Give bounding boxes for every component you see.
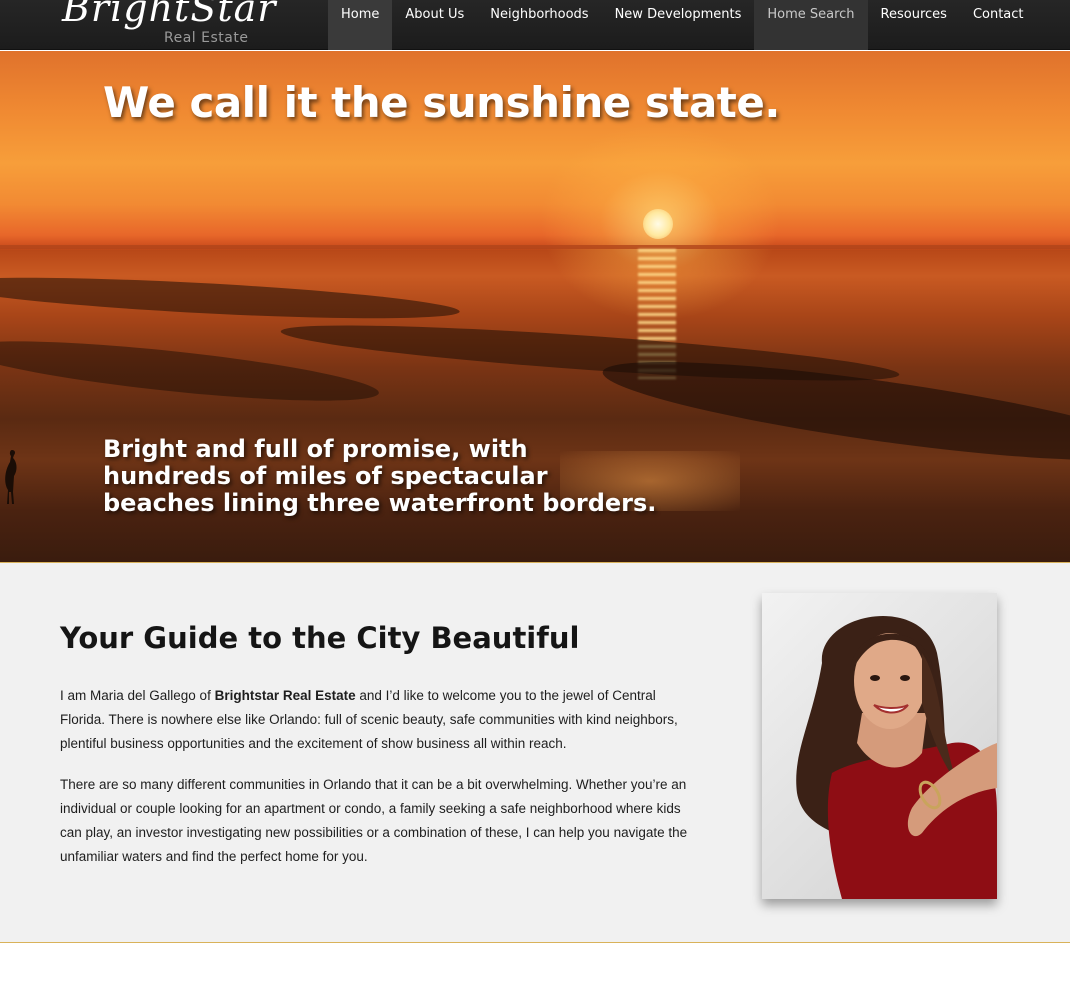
wave	[0, 269, 461, 327]
intro-text: I am Maria del Gallego of	[60, 688, 215, 703]
main-nav: Home About Us Neighborhoods New Developm…	[328, 0, 1037, 50]
nav-item-home-search[interactable]: Home Search	[754, 0, 868, 50]
intro-paragraph-2: There are so many different communities …	[60, 777, 688, 864]
nav-item-contact[interactable]: Contact	[960, 0, 1037, 50]
intro-section: Your Guide to the City Beautiful I am Ma…	[0, 563, 1070, 942]
hero-subtitle-line: hundreds of miles of spectacular	[103, 462, 548, 490]
hero-banner: We call it the sunshine state. Bright an…	[0, 51, 1070, 562]
brand-logo[interactable]: BrightStar Real Estate	[62, 0, 275, 50]
sun	[643, 209, 673, 239]
brand-tagline: Real Estate	[164, 30, 249, 46]
nav-item-neighborhoods[interactable]: Neighborhoods	[477, 0, 601, 50]
hero-title: We call it the sunshine state.	[103, 78, 780, 127]
hero-subtitle: Bright and full of promise, with hundred…	[103, 436, 703, 517]
top-nav-bar: BrightStar Real Estate Home About Us Nei…	[0, 0, 1070, 50]
page-bottom	[0, 943, 1070, 1000]
company-name: Brightstar Real Estate	[214, 688, 356, 703]
agent-portrait	[762, 593, 997, 899]
nav-item-resources[interactable]: Resources	[868, 0, 960, 50]
brand-name: BrightStar	[62, 0, 277, 30]
hero-subtitle-line: Bright and full of promise, with	[103, 435, 528, 463]
nav-item-home[interactable]: Home	[328, 0, 393, 50]
hero-subtitle-line: beaches lining three waterfront borders.	[103, 489, 657, 517]
heron-silhouette	[5, 450, 17, 504]
intro-paragraph: I am Maria del Gallego of Brightstar Rea…	[60, 684, 690, 756]
intro-heading: Your Guide to the City Beautiful	[60, 621, 580, 655]
nav-item-new-developments[interactable]: New Developments	[602, 0, 755, 50]
nav-item-about-us[interactable]: About Us	[392, 0, 477, 50]
portrait-illustration	[796, 615, 997, 899]
horizon-line	[0, 245, 1070, 249]
